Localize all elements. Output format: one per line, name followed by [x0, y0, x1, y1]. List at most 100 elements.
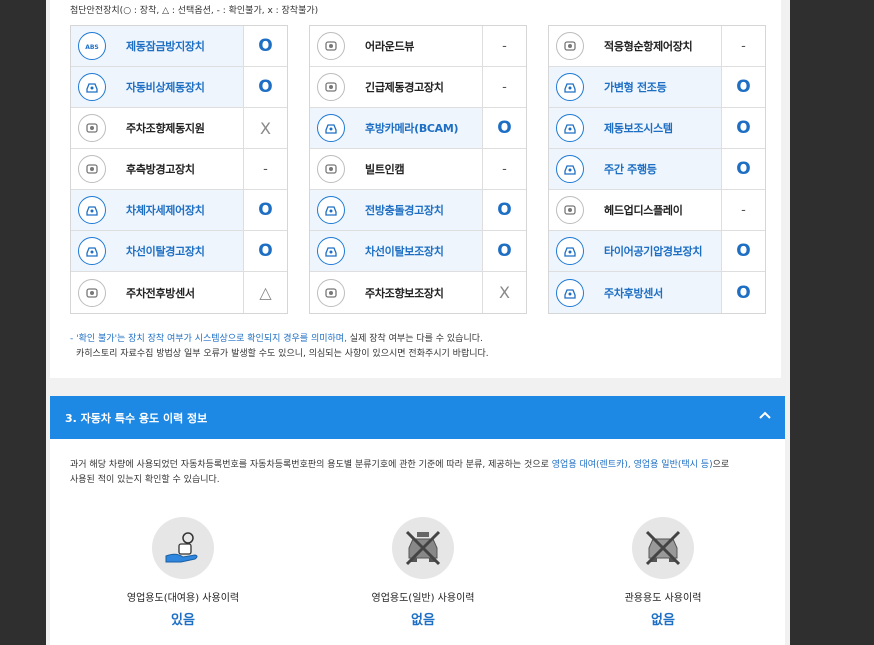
commercial-history-item: 영업용도(일반) 사용이력 없음 — [333, 517, 513, 628]
equipment-name-cell: ABS 제동잠금방지장치 — [71, 26, 244, 66]
equipment-label: 주차조향보조장치 — [365, 286, 444, 300]
equipment-status: O — [736, 241, 751, 261]
equipment-name-cell: 빌트인캠 — [310, 149, 483, 189]
equipment-status: O — [258, 200, 273, 220]
commercial-history-value: 없음 — [411, 613, 435, 628]
equipment-label: 후측방경고장치 — [126, 163, 195, 176]
equipment-status: - — [502, 79, 507, 95]
equipment-label: 차체자세제어장치 — [126, 204, 205, 217]
equipment-status-cell: - — [483, 149, 526, 189]
around-view-icon — [317, 32, 345, 60]
equipment-status: O — [736, 159, 751, 179]
lane-keeping-icon — [317, 237, 345, 265]
equipment-status: O — [258, 36, 273, 56]
equipment-label: 주간 주행등 — [604, 163, 657, 176]
table-row: 주차전후방센서 △ — [71, 272, 287, 313]
equipment-status: - — [741, 38, 746, 54]
equipment-label: 차선이탈보조장치 — [365, 245, 444, 258]
emergency-brake-warning-icon — [317, 73, 345, 101]
equipment-name-cell: 차선이탈보조장치 — [310, 231, 483, 271]
rear-camera-icon — [317, 114, 345, 142]
equipment-status-cell: - — [722, 26, 765, 66]
equipment-label: 긴급제동경고장치 — [365, 81, 444, 94]
table-row: 빌트인캠 - — [310, 149, 526, 190]
equipment-status-cell: O — [483, 231, 526, 271]
equipment-name-cell: 차선이탈경고장치 — [71, 231, 244, 271]
equipment-status: O — [258, 77, 273, 97]
equipment-status-cell: O — [244, 26, 287, 66]
equipment-name-cell: 자동비상제동장치 — [71, 67, 244, 107]
equipment-status: O — [736, 118, 751, 138]
note-line-1: - '확인 불가'는 장치 장착 여부가 시스템상으로 확인되지 경우를 의미하… — [70, 334, 483, 344]
table-row: 제동보조시스템 O — [549, 108, 765, 149]
equipment-name-cell: 헤드업디스플레이 — [549, 190, 722, 230]
equipment-label: 가변형 전조등 — [604, 81, 667, 94]
safety-equipment-table: 적응형순항제어장치 - 가변형 전조등 O 제동보조시스템 O 주간 주행등 O 헤드업디스플레… — [548, 25, 766, 314]
equipment-name-cell: 적응형순항제어장치 — [549, 26, 722, 66]
brake-assist-icon — [556, 114, 584, 142]
equipment-name-cell: 주차전후방센서 — [71, 272, 244, 313]
parking-sensor-icon — [78, 278, 106, 307]
report-page: 첨단안전장치(○ : 장착, △ : 선택옵션, - : 확인불가, x : 장… — [46, 0, 790, 645]
equipment-status-cell: O — [244, 67, 287, 107]
taxi-crossed-icon — [392, 517, 454, 579]
equipment-label: 제동잠금방지장치 — [126, 40, 205, 53]
chevron-up-icon[interactable] — [757, 408, 773, 424]
lane-departure-warning-icon — [78, 237, 106, 265]
equipment-status-cell: O — [722, 149, 765, 189]
section-3-title: 3. 자동차 특수 용도 이력 정보 — [65, 412, 208, 425]
equipment-name-cell: 주차조향제동지원 — [71, 108, 244, 148]
equipment-status-cell: O — [483, 108, 526, 148]
equipment-status-cell: O — [722, 231, 765, 271]
equipment-label: 적응형순항제어장치 — [604, 40, 693, 53]
special-use-history-card: 과거 해당 차량에 사용되었던 자동차등록번호를 자동차등록번호판의 용도별 분… — [50, 439, 785, 645]
equipment-label: 후방카메라(BCAM) — [365, 122, 459, 135]
equipment-name-cell: 차체자세제어장치 — [71, 190, 244, 230]
equipment-label: 주차전후방센서 — [126, 286, 195, 300]
commercial-history-label: 영업용도(일반) 사용이력 — [371, 593, 475, 604]
safety-equipment-table: ABS 제동잠금방지장치 O 자동비상제동장치 O 주차조향제동지원 X 후측방경고장치 - 차체… — [70, 25, 288, 314]
equipment-name-cell: 후방카메라(BCAM) — [310, 108, 483, 148]
parking-assist-icon — [317, 278, 345, 307]
equipment-label: 주차조향제동지원 — [126, 122, 205, 135]
table-row: 주차조향제동지원 X — [71, 108, 287, 149]
table-row: 적응형순항제어장치 - — [549, 26, 765, 67]
table-row: 헤드업디스플레이 - — [549, 190, 765, 231]
equipment-status: O — [736, 282, 751, 303]
equipment-status: △ — [259, 283, 272, 302]
forward-collision-icon — [317, 196, 345, 224]
table-row: 주간 주행등 O — [549, 149, 765, 190]
equipment-label: 차선이탈경고장치 — [126, 245, 205, 258]
adaptive-headlight-icon — [556, 73, 584, 101]
equipment-name-cell: 타이어공기압경보장치 — [549, 231, 722, 271]
rental-history-label: 영업용도(대여용) 사용이력 — [126, 593, 240, 604]
rear-side-warning-icon — [78, 155, 106, 183]
equipment-status-cell: - — [722, 190, 765, 230]
table-row: 차선이탈보조장치 O — [310, 231, 526, 272]
equipment-status-cell: O — [483, 190, 526, 230]
emergency-brake-icon — [78, 73, 106, 101]
table-row: 주차조향보조장치 X — [310, 272, 526, 313]
section-3-header[interactable]: 3. 자동차 특수 용도 이력 정보 — [50, 396, 785, 439]
equipment-status-cell: - — [483, 67, 526, 107]
section-3-description: 과거 해당 차량에 사용되었던 자동차등록번호를 자동차등록번호판의 용도별 분… — [70, 460, 730, 485]
equipment-status: - — [741, 202, 746, 218]
stability-control-icon — [78, 196, 106, 224]
daytime-running-light-icon — [556, 155, 584, 183]
table-row: ABS 제동잠금방지장치 O — [71, 26, 287, 67]
equipment-label: 제동보조시스템 — [604, 122, 673, 135]
equipment-label: 타이어공기압경보장치 — [604, 245, 703, 258]
equipment-name-cell: 긴급제동경고장치 — [310, 67, 483, 107]
equipment-name-cell: 전방충돌경고장치 — [310, 190, 483, 230]
government-history-item: 관용용도 사용이력 없음 — [573, 517, 753, 628]
equipment-status: O — [258, 241, 273, 261]
equipment-status: - — [502, 161, 507, 177]
equipment-label: 어라운드뷰 — [365, 40, 415, 53]
equipment-status: O — [497, 118, 512, 138]
head-up-display-icon — [556, 196, 584, 224]
equipment-status: - — [502, 38, 507, 54]
equipment-status: O — [736, 77, 751, 97]
table-row: 주차후방센서 O — [549, 272, 765, 313]
equipment-label: 전방충돌경고장치 — [365, 204, 444, 217]
equipment-name-cell: 주차조향보조장치 — [310, 272, 483, 313]
